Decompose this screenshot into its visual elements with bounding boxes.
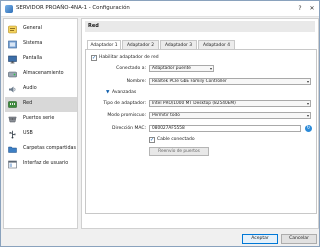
sidebar-item-usb[interactable]: USB — [5, 127, 77, 142]
attached-to-value: Adaptador puente — [152, 66, 191, 71]
usb-icon — [8, 130, 17, 139]
adapter-type-select[interactable]: Intel PRO/1000 MT Desktop (82540EM) ▾ — [149, 100, 311, 107]
page-title: Red — [85, 21, 315, 32]
attached-to-select[interactable]: Adaptador puente ▾ — [149, 65, 214, 72]
adapter-type-value: Intel PRO/1000 MT Desktop (82540EM) — [152, 101, 236, 106]
general-icon — [8, 25, 17, 34]
sidebar-item-shared-folders[interactable]: Carpetas compartidas — [5, 142, 77, 157]
cable-connected-label: Cable conectado — [157, 137, 195, 142]
settings-window: SERVIDOR PROAÑO-4NA-1 - Configuración ? … — [0, 0, 320, 247]
tab-adapter-4[interactable]: Adaptador 4 — [198, 40, 235, 49]
chevron-down-icon: ▾ — [306, 101, 309, 106]
adapter-panel: ✓ Habilitar adaptador de red Conectado a… — [85, 49, 317, 214]
adapter-name-select[interactable]: Realtek PCIe GbE Family Controller ▾ — [149, 78, 311, 85]
serial-ports-icon — [8, 115, 17, 124]
adapter-type-label: Tipo de adaptador: — [103, 101, 146, 106]
mac-address-label: Dirección MAC: — [111, 126, 146, 131]
sidebar-item-label: General — [23, 26, 42, 31]
expand-arrow-icon[interactable]: ▼ — [106, 90, 109, 95]
settings-sidebar: General Sistema Pantalla Almacenamiento … — [3, 18, 78, 229]
sidebar-item-label: Almacenamiento — [23, 71, 64, 76]
sidebar-item-storage[interactable]: Almacenamiento — [5, 67, 77, 82]
chevron-down-icon: ▾ — [209, 66, 212, 71]
chevron-down-icon: ▾ — [306, 113, 309, 118]
settings-page: Red Adaptador 1 Adaptador 2 Adaptador 3 … — [81, 18, 319, 229]
advanced-toggle[interactable]: Avanzadas — [112, 90, 136, 95]
storage-icon — [8, 70, 17, 79]
promiscuous-mode-select[interactable]: Permitir todo ▾ — [149, 112, 311, 119]
sidebar-item-general[interactable]: General — [5, 22, 77, 37]
enable-adapter-checkbox[interactable]: ✓ — [91, 55, 97, 61]
chevron-down-icon: ▾ — [306, 79, 309, 84]
promiscuous-mode-label: Modo promiscuo: — [107, 113, 146, 118]
refresh-mac-icon[interactable]: ↻ — [305, 125, 312, 132]
display-icon — [8, 55, 17, 64]
sidebar-item-network[interactable]: Red — [5, 97, 77, 112]
tab-adapter-2[interactable]: Adaptador 2 — [122, 40, 159, 49]
sidebar-item-label: USB — [23, 131, 33, 136]
adapter-name-value: Realtek PCIe GbE Family Controller — [152, 79, 227, 84]
accept-button[interactable]: Aceptar — [242, 234, 278, 244]
mac-address-field[interactable]: 080027AF5558 — [149, 125, 301, 132]
attached-to-label: Conectado a: — [116, 66, 146, 71]
sidebar-item-serial-ports[interactable]: Puertos serie — [5, 112, 77, 127]
virtualbox-icon — [5, 5, 13, 13]
sidebar-item-display[interactable]: Pantalla — [5, 52, 77, 67]
sidebar-item-system[interactable]: Sistema — [5, 37, 77, 52]
adapter-name-label: Nombre: — [126, 79, 146, 84]
help-button[interactable]: ? — [294, 4, 306, 13]
user-interface-icon — [8, 160, 17, 169]
promiscuous-mode-value: Permitir todo — [152, 113, 180, 118]
system-icon — [8, 40, 17, 49]
audio-icon — [8, 85, 17, 94]
network-icon — [8, 100, 17, 109]
window-title: SERVIDOR PROAÑO-4NA-1 - Configuración — [16, 5, 130, 11]
sidebar-item-label: Pantalla — [23, 56, 43, 61]
sidebar-item-label: Red — [23, 101, 33, 106]
cable-connected-checkbox[interactable]: ✓ — [149, 137, 155, 143]
port-forwarding-button[interactable]: Reenvío de puertos — [149, 147, 209, 156]
tab-adapter-3[interactable]: Adaptador 3 — [160, 40, 197, 49]
sidebar-item-user-interface[interactable]: Interfaz de usuario — [5, 157, 77, 172]
enable-adapter-label: Habilitar adaptador de red — [99, 55, 159, 60]
sidebar-item-label: Sistema — [23, 41, 43, 46]
sidebar-item-label: Carpetas compartidas — [23, 146, 76, 151]
close-button[interactable]: ✕ — [306, 4, 318, 13]
cancel-button[interactable]: Cancelar — [281, 234, 317, 244]
shared-folders-icon — [8, 145, 17, 154]
title-bar: SERVIDOR PROAÑO-4NA-1 - Configuración ? … — [1, 1, 319, 17]
sidebar-item-audio[interactable]: Audio — [5, 82, 77, 97]
sidebar-item-label: Audio — [23, 86, 37, 91]
sidebar-item-label: Interfaz de usuario — [23, 161, 69, 166]
sidebar-item-label: Puertos serie — [23, 116, 55, 121]
